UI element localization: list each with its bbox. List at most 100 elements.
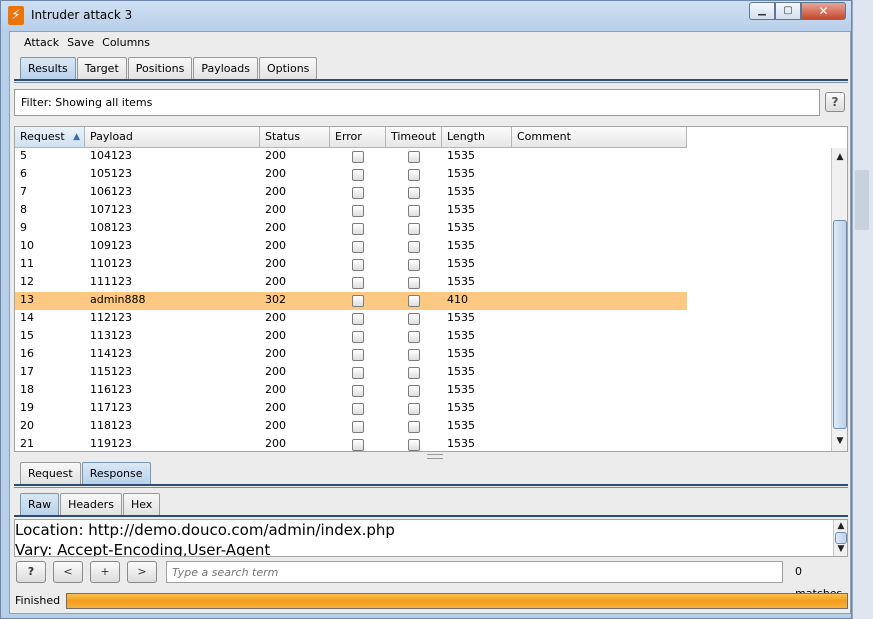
filter-help-button[interactable]: ? <box>825 92 845 112</box>
title-bar[interactable]: ⚡ Intruder attack 3 ▁ ▢ ✕ <box>1 1 851 31</box>
search-next-button[interactable]: > <box>127 561 157 583</box>
timeout-checkbox[interactable] <box>408 367 420 379</box>
error-checkbox[interactable] <box>352 295 364 307</box>
menu-save[interactable]: Save <box>63 32 98 53</box>
timeout-checkbox[interactable] <box>408 259 420 271</box>
col-request[interactable]: Request ▲ <box>15 127 85 148</box>
col-timeout[interactable]: Timeout <box>386 127 442 148</box>
scroll-up-icon[interactable]: ▲ <box>832 150 847 165</box>
error-checkbox[interactable] <box>352 313 364 325</box>
tab-positions[interactable]: Positions <box>127 57 193 79</box>
timeout-checkbox[interactable] <box>408 223 420 235</box>
error-checkbox[interactable] <box>352 241 364 253</box>
editor-scrollbar[interactable]: ▲ ▼ <box>833 520 847 556</box>
error-checkbox[interactable] <box>352 403 364 415</box>
cell-request: 7 <box>20 185 27 198</box>
table-row[interactable]: 7 106123 200 1535 <box>15 184 687 202</box>
tab-results[interactable]: Results <box>20 57 76 79</box>
close-button[interactable]: ✕ <box>801 2 846 20</box>
error-checkbox[interactable] <box>352 151 364 163</box>
error-checkbox[interactable] <box>352 385 364 397</box>
timeout-checkbox[interactable] <box>408 187 420 199</box>
tab-response[interactable]: Response <box>81 462 151 484</box>
timeout-checkbox[interactable] <box>408 421 420 433</box>
menu-bar: Attack Save Columns <box>10 32 850 53</box>
col-status[interactable]: Status <box>260 127 330 148</box>
col-error[interactable]: Error <box>330 127 386 148</box>
cell-comment <box>512 184 687 202</box>
minimize-button[interactable]: ▁ <box>749 2 775 20</box>
timeout-checkbox[interactable] <box>408 349 420 361</box>
table-row[interactable]: 8 107123 200 1535 <box>15 202 687 220</box>
table-row[interactable]: 21 119123 200 1535 <box>15 436 687 451</box>
table-row[interactable]: 10 109123 200 1535 <box>15 238 687 256</box>
filter-bar[interactable]: Filter: Showing all items <box>14 89 820 116</box>
error-checkbox[interactable] <box>352 439 364 451</box>
table-row[interactable]: 12 111123 200 1535 <box>15 274 687 292</box>
timeout-checkbox[interactable] <box>408 385 420 397</box>
table-scrollbar[interactable]: ▲ ▼ <box>831 148 847 451</box>
col-payload[interactable]: Payload <box>85 127 260 148</box>
table-row[interactable]: 11 110123 200 1535 <box>15 256 687 274</box>
search-input[interactable] <box>166 561 783 583</box>
response-editor[interactable]: Location: http://demo.douco.com/admin/in… <box>14 519 848 557</box>
cell-payload: 108123 <box>90 221 132 234</box>
table-row[interactable]: 13 admin888 302 410 <box>15 292 687 310</box>
table-row[interactable]: 17 115123 200 1535 <box>15 364 687 382</box>
timeout-checkbox[interactable] <box>408 241 420 253</box>
timeout-checkbox[interactable] <box>408 403 420 415</box>
error-checkbox[interactable] <box>352 223 364 235</box>
menu-attack[interactable]: Attack <box>20 32 63 53</box>
timeout-checkbox[interactable] <box>408 313 420 325</box>
cell-checkbox <box>386 148 442 166</box>
tab-raw[interactable]: Raw <box>20 493 60 515</box>
timeout-checkbox[interactable] <box>408 151 420 163</box>
error-checkbox[interactable] <box>352 331 364 343</box>
pane-splitter[interactable] <box>427 454 443 459</box>
col-length[interactable]: Length <box>442 127 512 148</box>
menu-columns[interactable]: Columns <box>98 32 154 53</box>
maximize-button[interactable]: ▢ <box>775 2 801 20</box>
editor-scroll-down-icon[interactable]: ▼ <box>834 543 847 555</box>
table-row[interactable]: 6 105123 200 1535 <box>15 166 687 184</box>
table-row[interactable]: 14 112123 200 1535 <box>15 310 687 328</box>
table-row[interactable]: 19 117123 200 1535 <box>15 400 687 418</box>
timeout-checkbox[interactable] <box>408 331 420 343</box>
error-checkbox[interactable] <box>352 421 364 433</box>
table-row[interactable]: 5 104123 200 1535 <box>15 148 687 166</box>
search-help-button[interactable]: ? <box>16 561 46 583</box>
table-row[interactable]: 20 118123 200 1535 <box>15 418 687 436</box>
error-checkbox[interactable] <box>352 259 364 271</box>
tab-target[interactable]: Target <box>76 57 127 79</box>
cell-request: 11 <box>20 257 34 270</box>
table-row[interactable]: 16 114123 200 1535 <box>15 346 687 364</box>
error-checkbox[interactable] <box>352 187 364 199</box>
col-comment[interactable]: Comment <box>512 127 687 148</box>
error-checkbox[interactable] <box>352 367 364 379</box>
cell-request: 16 <box>20 347 34 360</box>
tab-payloads[interactable]: Payloads <box>193 57 258 79</box>
timeout-checkbox[interactable] <box>408 277 420 289</box>
timeout-checkbox[interactable] <box>408 169 420 181</box>
error-checkbox[interactable] <box>352 205 364 217</box>
cell-length: 410 <box>447 293 468 306</box>
tab-options[interactable]: Options <box>258 57 318 79</box>
scroll-down-icon[interactable]: ▼ <box>832 434 847 449</box>
table-row[interactable]: 15 113123 200 1535 <box>15 328 687 346</box>
tab-request[interactable]: Request <box>20 462 81 484</box>
cell-comment <box>512 274 687 292</box>
search-add-button[interactable]: + <box>90 561 120 583</box>
error-checkbox[interactable] <box>352 277 364 289</box>
tab-hex[interactable]: Hex <box>122 493 161 515</box>
timeout-checkbox[interactable] <box>408 439 420 451</box>
error-checkbox[interactable] <box>352 169 364 181</box>
timeout-checkbox[interactable] <box>408 205 420 217</box>
search-prev-button[interactable]: < <box>53 561 83 583</box>
table-row[interactable]: 9 108123 200 1535 <box>15 220 687 238</box>
table-scroll-thumb[interactable] <box>833 220 847 429</box>
editor-scroll-up-icon[interactable]: ▲ <box>834 520 847 532</box>
error-checkbox[interactable] <box>352 349 364 361</box>
tab-headers[interactable]: Headers <box>60 493 122 515</box>
timeout-checkbox[interactable] <box>408 295 420 307</box>
table-row[interactable]: 18 116123 200 1535 <box>15 382 687 400</box>
